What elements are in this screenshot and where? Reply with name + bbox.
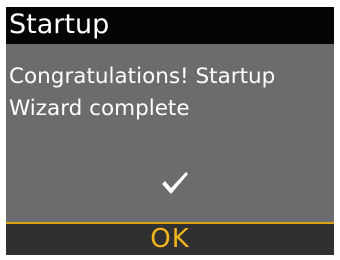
softkey-bar: OK bbox=[6, 224, 334, 255]
message-line-1: Congratulations! Startup bbox=[9, 64, 276, 89]
title-bar: Startup bbox=[6, 7, 334, 44]
message-line-2: Wizard complete bbox=[9, 96, 190, 121]
completion-message: Congratulations! Startup Wizard complete bbox=[9, 61, 331, 125]
page-title: Startup bbox=[9, 9, 110, 40]
ok-button[interactable]: OK bbox=[6, 224, 334, 255]
checkmark-icon bbox=[162, 172, 188, 194]
device-screen: Startup Congratulations! Startup Wizard … bbox=[6, 7, 334, 255]
